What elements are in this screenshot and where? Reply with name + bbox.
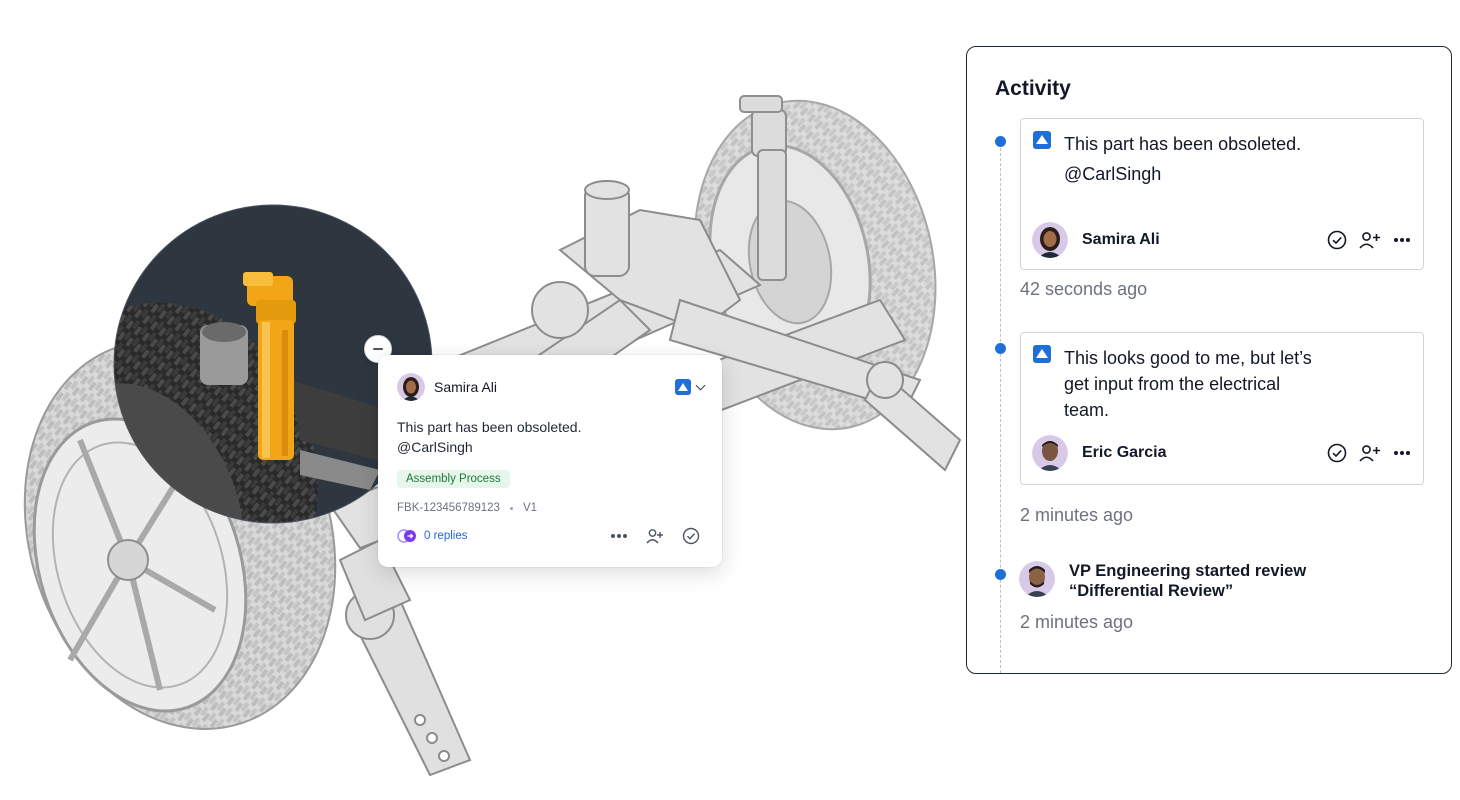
comment-mention[interactable]: @CarlSingh xyxy=(1064,161,1301,187)
more-icon[interactable] xyxy=(1393,237,1411,243)
review-line: VP Engineering started review xyxy=(1069,562,1307,580)
review-name: “Differential Review” xyxy=(1069,582,1234,600)
activity-title: Activity xyxy=(995,77,1071,100)
activity-timestamp: 42 seconds ago xyxy=(1020,279,1148,299)
lower-control-arm xyxy=(338,538,472,777)
activity-author: Eric Garcia xyxy=(1032,435,1167,471)
avatar xyxy=(1032,222,1068,258)
comment-actions xyxy=(1327,230,1411,250)
timeline-dot xyxy=(995,569,1006,580)
resolve-check-icon[interactable] xyxy=(1327,230,1347,250)
minus-icon xyxy=(373,348,383,350)
replies-icon xyxy=(397,529,417,543)
process-tag[interactable]: Assembly Process xyxy=(397,470,510,488)
avatar xyxy=(397,373,425,401)
author-name: Samira Ali xyxy=(1082,231,1160,248)
more-icon[interactable] xyxy=(610,533,628,539)
status-dropdown[interactable] xyxy=(675,379,706,395)
add-user-icon[interactable] xyxy=(1359,444,1381,462)
comment-header: Samira Ali xyxy=(397,373,706,401)
avatar xyxy=(1019,561,1055,597)
comment-actions xyxy=(1327,443,1411,463)
comment-card[interactable]: Samira Ali This part has been obsoleted.… xyxy=(378,355,722,567)
comment-line: This looks good to me, but let’s xyxy=(1064,348,1312,368)
timeline-line xyxy=(1000,143,1001,673)
comment-line: This part has been obsoleted. xyxy=(1064,134,1302,154)
resolve-check-icon[interactable] xyxy=(682,527,700,545)
comment-footer: 0 replies xyxy=(397,526,704,546)
review-event-text: VP Engineering started review “Different… xyxy=(1069,561,1306,601)
triangle-icon xyxy=(1033,345,1051,363)
comment-body: This part has been obsoleted. @CarlSingh xyxy=(397,417,704,457)
more-icon[interactable] xyxy=(1393,450,1411,456)
activity-comment-card[interactable]: This looks good to me, but let’s get inp… xyxy=(1020,332,1424,485)
comment-meta: FBK-123456789123 V1 xyxy=(397,502,704,514)
activity-timestamp: 2 minutes ago xyxy=(1020,612,1134,632)
separator-dot xyxy=(509,506,513,510)
comment-line: team. xyxy=(1064,400,1110,420)
review-started-event[interactable]: VP Engineering started review “Different… xyxy=(1019,561,1306,601)
add-user-icon[interactable] xyxy=(646,528,664,544)
feedback-id: FBK-123456789123 xyxy=(397,502,500,514)
comment-mention[interactable]: @CarlSingh xyxy=(397,437,704,457)
version-label: V1 xyxy=(522,502,538,514)
replies-link[interactable]: 0 replies xyxy=(424,530,467,542)
activity-timestamp: 2 minutes ago xyxy=(1020,505,1134,525)
comment-text: This part has been obsoleted. xyxy=(397,419,582,435)
comment-line: get input from the electrical xyxy=(1064,374,1281,394)
triangle-icon xyxy=(675,379,691,395)
avatar xyxy=(1032,435,1068,471)
triangle-icon xyxy=(1033,131,1051,149)
activity-author: Samira Ali xyxy=(1032,222,1160,258)
timeline-dot xyxy=(995,136,1006,147)
activity-comment-text: This looks good to me, but let’s get inp… xyxy=(1064,345,1312,423)
add-user-icon[interactable] xyxy=(1359,231,1381,249)
resolve-check-icon[interactable] xyxy=(1327,443,1347,463)
comment-author: Samira Ali xyxy=(434,379,498,395)
timeline-dot xyxy=(995,343,1006,354)
author-name: Eric Garcia xyxy=(1082,444,1167,461)
activity-comment-text: This part has been obsoleted. @CarlSingh xyxy=(1064,131,1301,187)
activity-comment-card[interactable]: This part has been obsoleted. @CarlSingh… xyxy=(1020,118,1424,270)
chevron-down-icon xyxy=(695,380,706,390)
activity-panel: Activity This part has been obsoleted. @… xyxy=(966,46,1452,674)
